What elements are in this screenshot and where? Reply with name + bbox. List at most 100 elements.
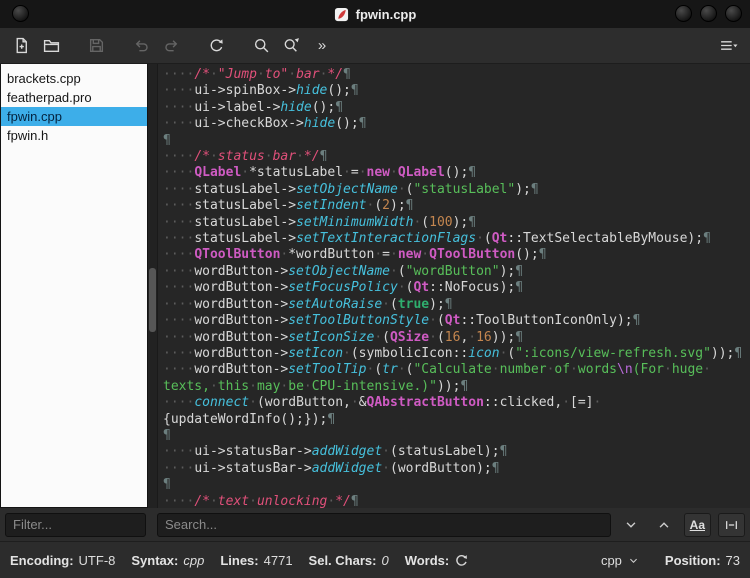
titlebar: fpwin.cpp xyxy=(0,0,750,28)
word-count-refresh-button[interactable] xyxy=(454,553,469,568)
code-token: · xyxy=(343,165,351,181)
code-token: · xyxy=(562,395,571,411)
code-row: ····QToolButton·*wordButton·=·new·QToolB… xyxy=(163,247,750,263)
code-token: */ xyxy=(303,149,320,165)
code-token: · xyxy=(476,231,484,247)
code-token: Qt xyxy=(491,231,508,247)
code-token: ui->statusBar-> xyxy=(194,460,312,476)
code-token: · xyxy=(429,313,437,329)
code-token: )); xyxy=(710,345,735,361)
code-token: statusLabel-> xyxy=(194,231,297,247)
code-token: ¶ xyxy=(515,263,524,279)
code-token: = xyxy=(350,165,359,181)
window-menu-button[interactable] xyxy=(12,5,29,22)
syntax-combo[interactable]: cpp xyxy=(601,553,639,568)
code-token: ¶ xyxy=(515,329,524,345)
new-file-button[interactable] xyxy=(8,32,35,59)
file-item[interactable]: fpwin.cpp xyxy=(1,107,147,126)
save-button[interactable] xyxy=(83,32,110,59)
code-token: · xyxy=(374,329,383,345)
code-row: ····wordButton->setFocusPolicy·(Qt::NoFo… xyxy=(163,280,750,296)
search-button[interactable] xyxy=(248,32,275,59)
code-token: "Calculate xyxy=(413,362,492,378)
code-token: ···· xyxy=(163,493,195,508)
code-token: ); xyxy=(515,181,531,197)
whole-word-button[interactable] xyxy=(718,512,745,537)
code-token: ¶ xyxy=(335,99,344,115)
filter-input[interactable] xyxy=(5,512,146,537)
code-token: hide xyxy=(280,99,312,115)
file-item[interactable]: featherpad.pro xyxy=(1,88,147,107)
overflow-chevrons: » xyxy=(317,37,326,54)
code-token: ···· xyxy=(163,362,195,378)
code-token: ( xyxy=(374,198,383,214)
code-token: ¶ xyxy=(734,345,743,361)
editor-scrollbar-handle[interactable] xyxy=(149,268,156,332)
code-row: ····/*·"Jump·to"·bar·*/¶ xyxy=(163,67,750,83)
code-token: */ xyxy=(327,67,344,82)
code-token: /* xyxy=(194,149,210,165)
code-token: ¶ xyxy=(703,231,711,247)
match-case-button[interactable]: Aa xyxy=(683,512,711,537)
file-list: brackets.cpp featherpad.pro fpwin.cpp fpwin… xyxy=(0,64,148,508)
statusbar-right: cpp Position: 73 xyxy=(601,553,740,568)
code-token: setTextInteractionFlags xyxy=(296,231,477,247)
search-previous-button[interactable] xyxy=(651,513,677,537)
statusbar: Encoding: UTF-8 Syntax: cpp Lines: 4771 … xyxy=(0,541,750,578)
code-token: (); xyxy=(311,99,336,115)
file-item[interactable]: fpwin.h xyxy=(1,126,147,145)
code-token: ···· xyxy=(163,395,195,411)
selected-chars-status: Sel. Chars: 0 xyxy=(309,553,389,568)
open-file-button[interactable] xyxy=(38,32,65,59)
code-token: = xyxy=(382,247,390,263)
code-token: ···· xyxy=(163,83,195,99)
code-token: ( xyxy=(397,263,406,279)
code-token: text xyxy=(217,493,250,508)
code-token: ···· xyxy=(163,198,195,214)
maximize-button[interactable] xyxy=(700,5,717,22)
undo-button[interactable] xyxy=(128,32,155,59)
search-next-button[interactable] xyxy=(618,513,644,537)
toolbar-overflow-button[interactable]: » xyxy=(308,32,335,59)
code-token: ui->spinBox-> xyxy=(194,83,297,99)
code-token: · xyxy=(264,149,273,165)
code-row: ····ui->label->hide();¶ xyxy=(163,100,750,116)
code-token: ¶ xyxy=(350,493,359,508)
code-token: 100 xyxy=(429,214,453,230)
code-token: ···· xyxy=(163,149,195,165)
code-token: QToolButton xyxy=(429,247,516,263)
code-row: ····statusLabel->setIndent·(2);¶ xyxy=(163,198,750,214)
code-token: Qt xyxy=(444,313,461,329)
app-icon xyxy=(334,7,348,21)
find-replace-icon xyxy=(284,38,299,52)
code-token: setAutoRaise xyxy=(288,296,383,312)
code-token: bar xyxy=(296,67,320,82)
chevron-down-icon xyxy=(629,558,637,563)
redo-button[interactable] xyxy=(158,32,185,59)
code-row: ····connect·(wordButton,·&QAbstractButto… xyxy=(163,395,750,411)
search-input[interactable] xyxy=(157,512,611,537)
code-token: ); xyxy=(452,214,469,230)
code-token: /* xyxy=(194,493,210,508)
close-button[interactable] xyxy=(725,5,742,22)
minimize-button[interactable] xyxy=(675,5,692,22)
code-token: · xyxy=(593,395,602,411)
code-token: · xyxy=(288,67,297,82)
code-area[interactable]: ····/*·"Jump·to"·bar·*/¶ ····ui->spinBox-… xyxy=(158,64,750,508)
main-menu-button[interactable] xyxy=(715,32,742,59)
code-token: · xyxy=(703,362,711,378)
code-token: unlocking xyxy=(256,493,328,508)
refresh-icon xyxy=(456,554,468,566)
code-token: wordButton-> xyxy=(194,362,289,378)
code-token: Qt xyxy=(413,280,430,296)
editor-scrollbar-track[interactable] xyxy=(148,64,158,508)
find-replace-button[interactable] xyxy=(278,32,305,59)
reload-button[interactable] xyxy=(203,32,230,59)
new-file-icon xyxy=(16,37,27,54)
code-token: · xyxy=(397,181,406,197)
code-token: · xyxy=(382,296,390,312)
code-token: 2 xyxy=(382,198,390,214)
code-token: & xyxy=(358,395,367,411)
file-item[interactable]: brackets.cpp xyxy=(1,69,147,88)
code-token: ¶ xyxy=(468,165,477,181)
